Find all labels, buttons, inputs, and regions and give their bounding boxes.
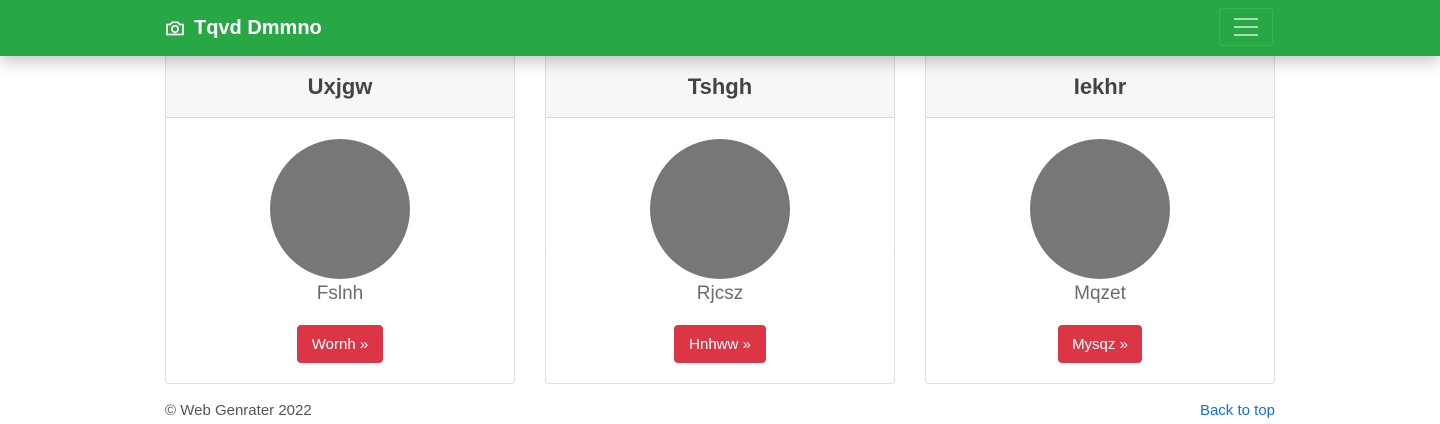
card-name: Fslnh	[316, 283, 364, 304]
card-title: Uxjgw	[166, 56, 514, 118]
navbar: Tqvd Dmmno	[0, 0, 1440, 56]
card-action-button[interactable]: Hnhww »	[674, 325, 766, 363]
avatar	[1030, 139, 1170, 279]
avatar	[270, 139, 410, 279]
card-action-button[interactable]: Mysqz »	[1058, 325, 1142, 363]
card-name: Rjcsz	[696, 283, 744, 304]
footer-copyright: © Web Genrater 2022	[165, 402, 312, 419]
brand-link[interactable]: Tqvd Dmmno	[165, 0, 322, 56]
card-action-button[interactable]: Wornh »	[297, 325, 383, 363]
card-name: Mqzet	[1074, 283, 1126, 304]
back-to-top-link[interactable]: Back to top	[1200, 402, 1275, 419]
card: Tshgh Rjcsz Hnhww »	[545, 56, 895, 384]
hamburger-icon	[1233, 16, 1259, 38]
camera-icon	[165, 18, 185, 38]
navbar-toggle-button[interactable]	[1219, 8, 1273, 46]
card-grid: Uxjgw Fslnh Wornh » Tshgh Rjcsz Hnhww » …	[165, 56, 1275, 384]
card: Iekhr Mqzet Mysqz »	[925, 56, 1275, 384]
card-title: Iekhr	[926, 56, 1274, 118]
card-title: Tshgh	[546, 56, 894, 118]
avatar	[650, 139, 790, 279]
brand-title: Tqvd Dmmno	[194, 16, 322, 39]
card: Uxjgw Fslnh Wornh »	[165, 56, 515, 384]
